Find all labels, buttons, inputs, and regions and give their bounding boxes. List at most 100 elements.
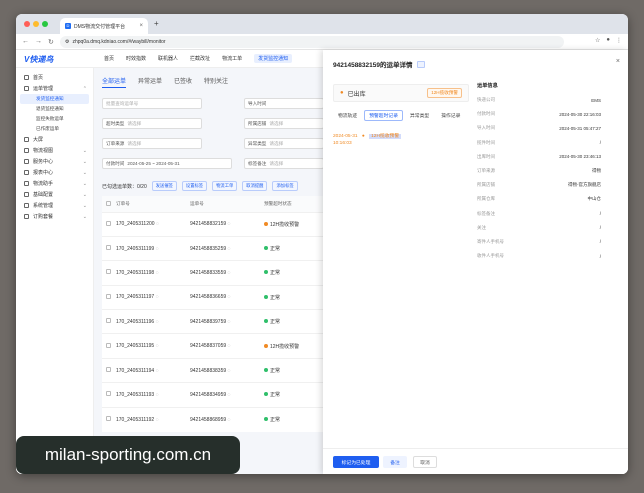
sidebar-item-home[interactable]: 首页	[16, 72, 93, 83]
row-checkbox[interactable]	[106, 416, 111, 422]
row-checkbox[interactable]	[106, 318, 111, 324]
sidebar-item-package[interactable]: 订购套餐 ⌄	[16, 211, 93, 222]
tag-filter[interactable]: 标签备注 请选择	[244, 158, 324, 169]
timeout-type-filter[interactable]: 超时类型 请选择	[102, 118, 202, 129]
bookmark-star-icon[interactable]: ☆	[595, 37, 600, 44]
forward-icon[interactable]: →	[35, 38, 42, 45]
tab-exception[interactable]: 异常运单	[138, 76, 162, 88]
reload-icon[interactable]: ↻	[48, 38, 54, 46]
col-waybill[interactable]: 运单号	[190, 196, 264, 212]
sidebar-item-logistics-view[interactable]: 物流视图 ⌄	[16, 145, 93, 156]
row-checkbox[interactable]	[106, 220, 111, 226]
exception-type-filter[interactable]: 异常类型 请选择	[244, 138, 324, 149]
copy-icon[interactable]: ◌	[156, 392, 159, 398]
copy-icon[interactable]	[416, 60, 425, 68]
copy-icon[interactable]: ◌	[228, 294, 231, 300]
copy-icon[interactable]: ◌	[156, 368, 159, 374]
url-input[interactable]: ⚙ zhpq0a.dmq.kdniao.com/#/waybill/monito…	[60, 36, 564, 48]
table-row[interactable]: 170_2405311197 ◌ 9421458836659 ◌ 正常	[102, 284, 342, 310]
copy-icon[interactable]: ◌	[228, 246, 231, 252]
row-checkbox[interactable]	[106, 342, 111, 348]
table-row[interactable]: 170_2405311200 ◌ 9421458832159 ◌ 12H揽收预警	[102, 211, 342, 237]
chip-add-tag[interactable]: 添加标签	[272, 181, 298, 191]
waybill-number[interactable]: 9421458836659	[190, 294, 226, 300]
copy-icon[interactable]: ◌	[156, 221, 159, 227]
waybill-number[interactable]: 9421458839759	[190, 319, 226, 325]
minimize-window-dot[interactable]	[33, 21, 39, 27]
store-filter[interactable]: 所属店铺 请选择	[244, 118, 324, 129]
topnav-workorder[interactable]: 物流工单	[222, 55, 242, 63]
copy-icon[interactable]: ◌	[228, 368, 231, 374]
tab-signed[interactable]: 已签收	[174, 76, 192, 88]
maximize-window-dot[interactable]	[42, 21, 48, 27]
sidebar-item-service[interactable]: 服务中心 ⌄	[16, 156, 93, 167]
topnav-intercept[interactable]: 拦截改址	[190, 55, 210, 63]
waybill-search-input[interactable]: 批量查询运单号	[102, 98, 202, 109]
copy-icon[interactable]: ◌	[156, 294, 159, 300]
waybill-number[interactable]: 9421458833559	[190, 270, 226, 276]
copy-icon[interactable]: ◌	[228, 221, 231, 227]
pay-time-filter[interactable]: 付款时间 2024-05-25 ~ 2024-05-31	[102, 158, 232, 169]
close-icon[interactable]: ×	[616, 58, 620, 65]
browser-tab[interactable]: D DMS物流交付管理平台 ×	[60, 18, 148, 34]
import-time-filter[interactable]: 导入时间	[244, 98, 324, 109]
table-row[interactable]: 170_2405311193 ◌ 9421458834959 ◌ 正常	[102, 382, 342, 408]
waybill-number[interactable]: 9421458868959	[190, 417, 226, 423]
tab-op-record[interactable]: 操作记录	[436, 110, 465, 121]
chip-cancel[interactable]: 取消提醒	[242, 181, 268, 191]
row-checkbox[interactable]	[106, 391, 111, 397]
copy-icon[interactable]: ◌	[156, 417, 159, 423]
copy-icon[interactable]: ◌	[228, 417, 231, 423]
copy-icon[interactable]: ◌	[156, 246, 159, 252]
table-row[interactable]: 170_2405311195 ◌ 9421458837059 ◌ 12H揽收预警	[102, 333, 342, 359]
row-checkbox[interactable]	[106, 293, 111, 299]
waybill-number[interactable]: 9421458837059	[190, 343, 226, 349]
sidebar-item-reports[interactable]: 报表中心 ⌄	[16, 167, 93, 178]
menu-kebab-icon[interactable]: ⋮	[616, 37, 622, 44]
tab-track[interactable]: 物流轨迹	[333, 110, 362, 121]
tab-exception-type[interactable]: 异常类型	[405, 110, 434, 121]
topnav-home[interactable]: 首页	[104, 55, 114, 63]
waybill-number[interactable]: 9421458832159	[190, 221, 226, 227]
table-row[interactable]: 170_2405311196 ◌ 9421458839759 ◌ 正常	[102, 309, 342, 334]
back-icon[interactable]: ←	[22, 38, 29, 45]
chip-set-tag[interactable]: 设置标签	[181, 181, 208, 191]
sidebar-item-waybill[interactable]: 运单管理 ⌃	[16, 83, 93, 94]
copy-icon[interactable]: ◌	[156, 343, 159, 349]
copy-icon[interactable]: ◌	[228, 270, 231, 276]
sidebar-item-assistant[interactable]: 物流助手 ⌄	[16, 178, 93, 189]
copy-icon[interactable]: ◌	[228, 319, 231, 325]
tab-follow[interactable]: 特别关注	[204, 76, 228, 88]
sidebar-sub-failed-monitor[interactable]: 监控失败运单	[16, 114, 93, 124]
table-row[interactable]: 170_2405311199 ◌ 9421458835259 ◌ 正常	[102, 235, 342, 261]
sidebar-item-system[interactable]: 系统管理 ⌄	[16, 200, 93, 211]
waybill-number[interactable]: 9421458838359	[190, 368, 226, 374]
topnav-timeliness[interactable]: 时效指数	[126, 55, 146, 63]
order-source-filter[interactable]: 订单来源 请选择	[102, 138, 202, 149]
topnav-robot[interactable]: 联机器人	[158, 55, 178, 63]
row-checkbox[interactable]	[106, 367, 111, 373]
table-row[interactable]: 170_2405311198 ◌ 9421458833559 ◌ 正常	[102, 260, 342, 286]
profile-icon[interactable]: ●	[606, 37, 610, 44]
sidebar-sub-return-monitor[interactable]: 退货监控通知	[16, 104, 93, 114]
sidebar-item-screen[interactable]: 大屏	[16, 134, 93, 145]
mark-processed-button[interactable]: 标记为已处理	[333, 456, 379, 468]
topnav-monitor[interactable]: 发货监控通知	[254, 54, 293, 63]
select-all-checkbox[interactable]	[106, 200, 111, 206]
chip-workorder[interactable]: 物流工单	[212, 181, 238, 191]
site-info-icon[interactable]: ⚙	[65, 39, 69, 45]
waybill-number[interactable]: 9421458834959	[190, 392, 226, 398]
tab-all[interactable]: 全部运单	[102, 76, 127, 88]
tab-warn-record[interactable]: 预警超时记录	[364, 110, 403, 121]
copy-icon[interactable]: ◌	[156, 319, 159, 325]
sidebar-item-config[interactable]: 基础配置 ⌄	[16, 189, 93, 200]
copy-icon[interactable]: ◌	[156, 270, 159, 276]
copy-icon[interactable]: ◌	[228, 392, 231, 398]
chip-send[interactable]: 发送催签	[151, 181, 177, 191]
table-row[interactable]: 170_2405311194 ◌ 9421458838359 ◌ 正常	[102, 357, 342, 383]
table-row[interactable]: 170_2405311192 ◌ 9421458868959 ◌ 正常	[102, 406, 342, 432]
sidebar-sub-voided[interactable]: 已作废运单	[16, 124, 93, 134]
waybill-number[interactable]: 9421458835259	[190, 246, 226, 252]
cancel-button[interactable]: 取消	[413, 456, 437, 468]
copy-icon[interactable]: ◌	[228, 343, 231, 349]
